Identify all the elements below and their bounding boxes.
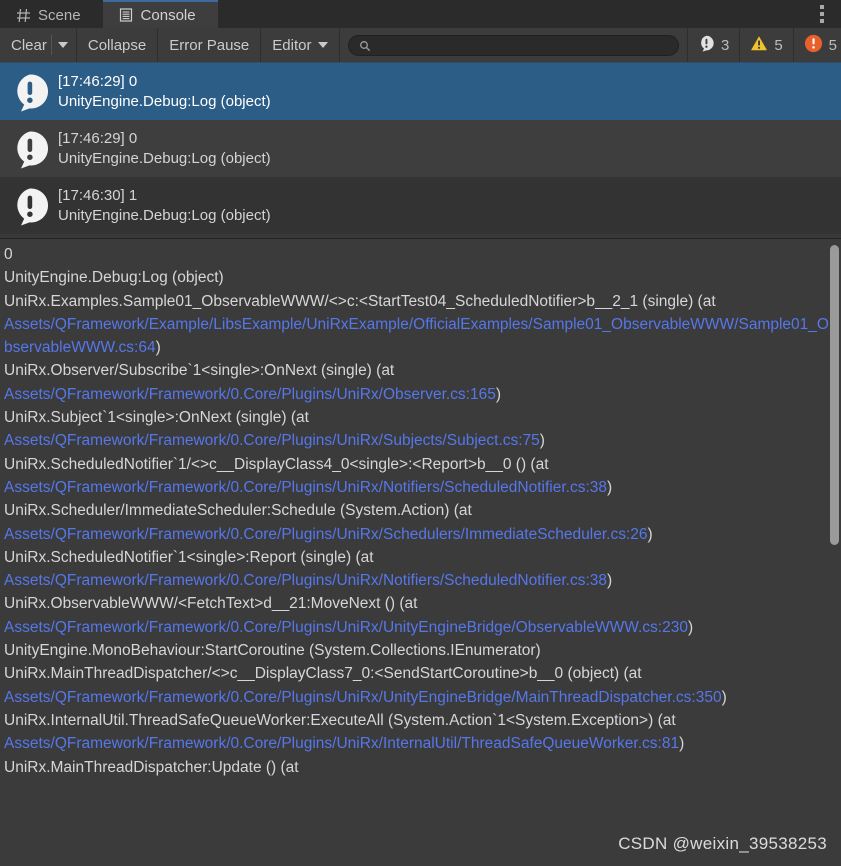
- clear-button-label: Clear: [11, 36, 47, 54]
- stack-trace-file-link[interactable]: Assets/QFramework/Framework/0.Core/Plugi…: [4, 735, 679, 752]
- log-entry-text: [17:46:29] 0 UnityEngine.Debug:Log (obje…: [58, 129, 271, 169]
- log-counters: 3 5 5: [686, 28, 841, 62]
- info-count: 3: [720, 36, 730, 54]
- info-bubble-icon: [698, 35, 715, 56]
- clear-dropdown-button[interactable]: [51, 28, 77, 62]
- stack-trace-file-link[interactable]: Assets/QFramework/Example/LibsExample/Un…: [4, 316, 829, 356]
- kebab-menu-icon[interactable]: [813, 0, 831, 28]
- tab-scene-label: Scene: [38, 6, 81, 24]
- log-entry-line2: UnityEngine.Debug:Log (object): [58, 149, 271, 167]
- stack-trace-file-link[interactable]: Assets/QFramework/Framework/0.Core/Plugi…: [4, 479, 607, 496]
- stack-trace-file-link[interactable]: Assets/QFramework/Framework/0.Core/Plugi…: [4, 432, 540, 449]
- log-entry-text: [17:46:30] 1 UnityEngine.Debug:Log (obje…: [58, 186, 271, 226]
- warning-triangle-icon: [750, 35, 768, 56]
- stack-trace-file-link[interactable]: Assets/QFramework/Framework/0.Core/Plugi…: [4, 386, 496, 403]
- search-icon: [359, 39, 371, 52]
- info-bubble-icon: [10, 186, 50, 226]
- chevron-down-icon: [318, 42, 329, 48]
- clear-button[interactable]: Clear: [0, 28, 51, 62]
- log-entry-line1: [17:46:30] 1: [58, 186, 138, 204]
- log-entry-text: [17:46:29] 0 UnityEngine.Debug:Log (obje…: [58, 72, 271, 112]
- info-bubble-icon: [10, 72, 50, 112]
- search-input[interactable]: [371, 37, 668, 53]
- stack-trace-scrollbar[interactable]: [828, 239, 841, 866]
- stack-trace-file-link[interactable]: Assets/QFramework/Framework/0.Core/Plugi…: [4, 526, 648, 543]
- collapse-toggle[interactable]: Collapse: [76, 28, 159, 62]
- error-pause-toggle[interactable]: Error Pause: [158, 28, 262, 62]
- watermark: CSDN @weixin_39538253: [618, 834, 827, 853]
- error-count: 5: [828, 36, 837, 54]
- log-entry-row[interactable]: [17:46:29] 0 UnityEngine.Debug:Log (obje…: [0, 120, 841, 177]
- log-entry-list[interactable]: [17:46:29] 0 UnityEngine.Debug:Log (obje…: [0, 63, 841, 238]
- info-bubble-icon: [10, 129, 50, 169]
- warning-counter[interactable]: 5: [739, 28, 793, 62]
- kebab-dot: [820, 12, 824, 16]
- error-pause-label: Error Pause: [169, 36, 250, 54]
- chevron-down-icon: [57, 42, 68, 48]
- log-entry-line1: [17:46:29] 0: [58, 72, 138, 90]
- log-entry-row[interactable]: [17:46:29] 0 UnityEngine.Debug:Log (obje…: [0, 63, 841, 120]
- stack-trace-file-link[interactable]: Assets/QFramework/Framework/0.Core/Plugi…: [4, 572, 607, 589]
- scrollbar-thumb[interactable]: [830, 245, 839, 545]
- log-entry-row[interactable]: [17:46:30] 1 UnityEngine.Debug:Log (obje…: [0, 177, 841, 234]
- collapse-label: Collapse: [87, 36, 147, 54]
- kebab-dot: [820, 5, 824, 9]
- search-container: [340, 28, 687, 62]
- log-entry-line2: UnityEngine.Debug:Log (object): [58, 92, 271, 110]
- editor-dropdown-label: Editor: [272, 36, 312, 54]
- tab-console[interactable]: Console: [102, 0, 218, 28]
- grid-icon: [16, 8, 31, 23]
- editor-dropdown[interactable]: Editor: [261, 28, 341, 62]
- stack-trace-frame: 0 UnityEngine.Debug:Log (object) UniRx.E…: [4, 246, 716, 310]
- console-icon: [119, 8, 134, 23]
- console-toolbar: Clear Collapse Error Pause Editor 3 5 5: [0, 28, 841, 63]
- error-circle-icon: [804, 34, 823, 57]
- editor-tab-bar: Scene Console: [0, 0, 841, 28]
- stack-trace-file-link[interactable]: Assets/QFramework/Framework/0.Core/Plugi…: [4, 619, 688, 636]
- stack-trace-file-link[interactable]: Assets/QFramework/Framework/0.Core/Plugi…: [4, 689, 722, 706]
- log-entry-line1: [17:46:29] 0: [58, 129, 138, 147]
- kebab-dot: [820, 19, 824, 23]
- warning-count: 5: [774, 36, 783, 54]
- stack-trace-text[interactable]: 0 UnityEngine.Debug:Log (object) UniRx.E…: [0, 239, 841, 779]
- search-box[interactable]: [348, 34, 679, 56]
- stack-trace-panel[interactable]: 0 UnityEngine.Debug:Log (object) UniRx.E…: [0, 239, 841, 866]
- error-counter[interactable]: 5: [792, 28, 841, 62]
- log-entry-line2: UnityEngine.Debug:Log (object): [58, 206, 271, 224]
- tab-scene[interactable]: Scene: [0, 0, 103, 28]
- info-counter[interactable]: 3: [686, 28, 740, 62]
- tab-console-label: Console: [140, 6, 196, 24]
